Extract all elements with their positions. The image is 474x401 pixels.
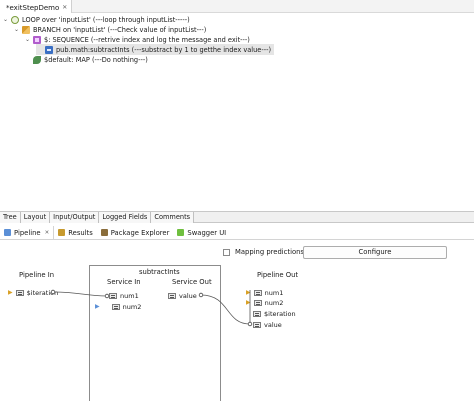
pipeline-in-title: Pipeline In bbox=[19, 271, 55, 279]
mapping-predictions-toggle[interactable]: Mapping predictions bbox=[223, 248, 304, 256]
field-label: value bbox=[179, 291, 197, 300]
string-field-icon bbox=[253, 310, 261, 317]
swagger-icon bbox=[177, 229, 185, 236]
string-field-icon bbox=[253, 321, 261, 328]
close-icon[interactable]: ✕ bbox=[45, 230, 50, 236]
tab-pipeline[interactable]: Pipeline ✕ bbox=[0, 226, 55, 239]
editor-tab-bar: *exitStepDemo ✕ bbox=[0, 0, 474, 13]
string-field-icon bbox=[109, 292, 117, 299]
tab-logged-fields[interactable]: Logged Fields bbox=[99, 212, 152, 223]
service-in-title: Service In bbox=[107, 278, 141, 286]
string-field-icon bbox=[253, 299, 262, 306]
connector-dot bbox=[247, 321, 253, 327]
pipeline-out-field[interactable]: $iteration bbox=[253, 309, 296, 318]
branch-icon bbox=[22, 25, 30, 34]
tree-row-label: pub.math:subtractInts (---substract by 1… bbox=[56, 45, 272, 54]
invoke-icon bbox=[45, 45, 53, 54]
pipeline-in-field[interactable]: ▶ $iteration bbox=[8, 288, 58, 297]
map-icon bbox=[33, 55, 41, 64]
expand-toggle-icon[interactable]: ⌄ bbox=[24, 36, 31, 43]
editor-tab[interactable]: *exitStepDemo ✕ bbox=[0, 0, 73, 13]
tree-row-label: LOOP over 'inputList' (---loop through i… bbox=[22, 15, 190, 24]
pipeline-out-field[interactable]: ▶ num1 bbox=[246, 288, 283, 297]
string-field-icon bbox=[168, 292, 176, 299]
tree-row-label: $: SEQUENCE (--retrive index and log the… bbox=[44, 35, 250, 44]
tree-row-label: BRANCH on 'inputList' (---Check value of… bbox=[33, 25, 207, 34]
arrow-right-icon: ▶ bbox=[246, 299, 251, 306]
string-field-icon bbox=[15, 289, 24, 296]
results-icon bbox=[58, 229, 66, 236]
pipeline-icon bbox=[4, 229, 11, 236]
string-field-icon bbox=[253, 289, 262, 296]
close-icon[interactable]: ✕ bbox=[62, 4, 67, 11]
tab-comments[interactable]: Comments bbox=[151, 212, 195, 223]
set-value-icon: ▶ bbox=[95, 303, 100, 310]
tab-swagger-ui[interactable]: Swagger UI bbox=[173, 226, 230, 239]
tab-input-output[interactable]: Input/Output bbox=[50, 212, 100, 223]
expand-toggle-icon[interactable]: ⌄ bbox=[13, 26, 20, 33]
package-icon bbox=[100, 229, 108, 236]
string-field-icon bbox=[111, 303, 120, 310]
tree-row-label: $default: MAP (---Do nothing---) bbox=[44, 55, 148, 64]
field-label: $iteration bbox=[264, 309, 296, 318]
field-label: num1 bbox=[264, 288, 284, 297]
tab-label: Swagger UI bbox=[187, 228, 227, 237]
tab-results[interactable]: Results bbox=[54, 226, 97, 239]
view-tab-bar: Pipeline ✕ Results Package Explorer Swag… bbox=[0, 226, 474, 240]
field-label: num1 bbox=[120, 291, 139, 300]
field-label: num2 bbox=[264, 298, 284, 307]
pipeline-out-field[interactable]: value bbox=[253, 320, 282, 329]
pipeline-out-field[interactable]: ▶ num2 bbox=[246, 298, 283, 307]
sequence-icon bbox=[33, 35, 41, 44]
configure-button[interactable]: Configure bbox=[303, 246, 447, 259]
service-in-field[interactable]: ▶ num2 bbox=[95, 302, 141, 311]
loop-icon bbox=[11, 15, 19, 24]
tree-row-map[interactable]: $default: MAP (---Do nothing---) bbox=[24, 54, 148, 65]
arrow-right-icon: ▶ bbox=[8, 289, 13, 296]
field-label: value bbox=[264, 320, 282, 329]
tab-label: Package Explorer bbox=[110, 228, 170, 237]
tab-label: Results bbox=[68, 228, 93, 237]
field-label: $iteration bbox=[26, 288, 59, 297]
expand-toggle-icon[interactable]: ⌄ bbox=[2, 16, 9, 23]
tab-tree[interactable]: Tree bbox=[0, 212, 21, 223]
flow-step-tree: ⌄ LOOP over 'inputList' (---loop through… bbox=[0, 14, 474, 74]
editor-tab-title: *exitStepDemo bbox=[6, 3, 60, 12]
service-name: subtractInts bbox=[139, 268, 180, 276]
field-label: num2 bbox=[122, 302, 142, 311]
service-in-field[interactable]: num1 bbox=[109, 291, 139, 300]
tab-package-explorer[interactable]: Package Explorer bbox=[97, 226, 174, 239]
mapping-predictions-checkbox[interactable] bbox=[223, 248, 230, 256]
pipeline-out-title: Pipeline Out bbox=[257, 271, 299, 279]
service-out-title: Service Out bbox=[172, 278, 212, 286]
service-out-field[interactable]: value bbox=[168, 291, 197, 300]
tab-layout[interactable]: Layout bbox=[20, 212, 51, 223]
tab-label: Pipeline bbox=[14, 228, 41, 237]
editor-bottom-tabs: Tree Layout Input/Output Logged Fields C… bbox=[0, 211, 474, 223]
arrow-right-icon: ▶ bbox=[246, 289, 251, 296]
mapping-predictions-label: Mapping predictions bbox=[235, 248, 304, 256]
